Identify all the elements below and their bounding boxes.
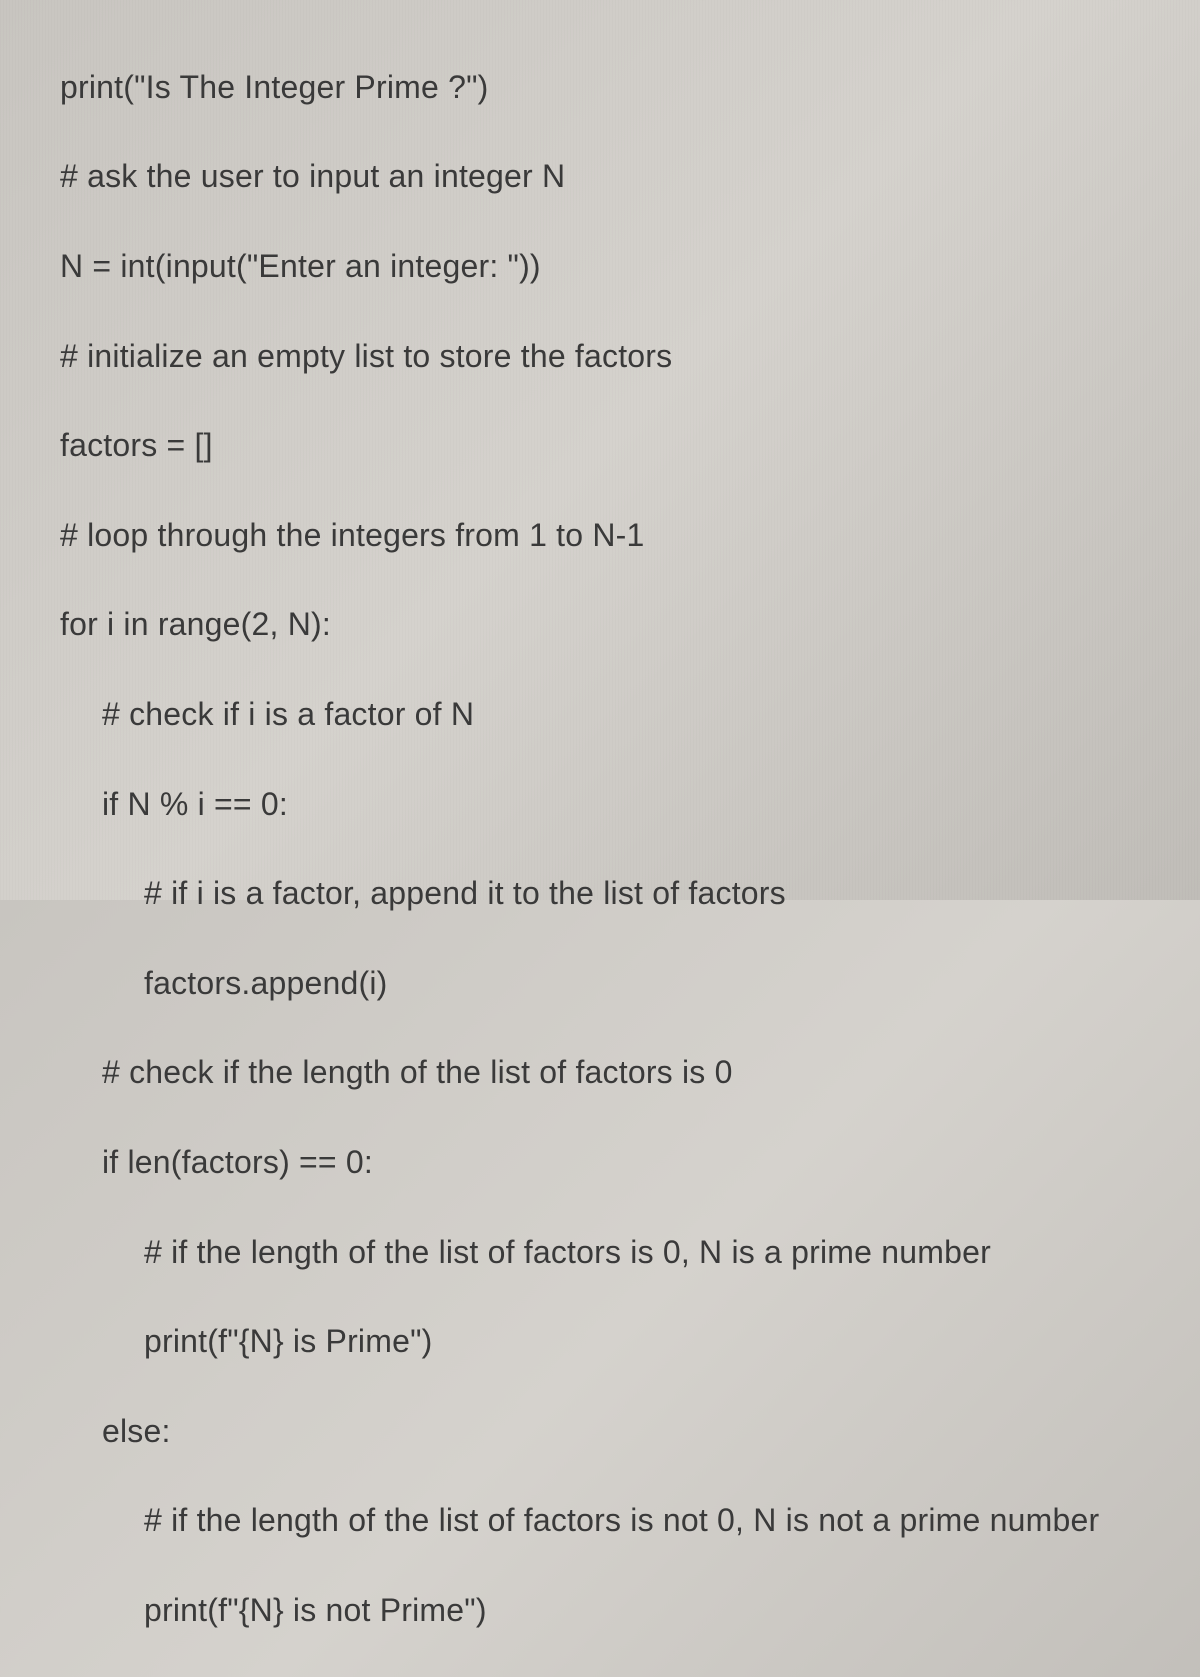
code-line: if len(factors) == 0: [60,1140,1200,1185]
code-line: factors.append(i) [60,961,1200,1006]
code-line: if N % i == 0: [60,782,1200,827]
code-comment: # loop through the integers from 1 to N-… [60,513,1200,558]
code-line: N = int(input("Enter an integer: ")) [60,244,1200,289]
code-line: for i in range(2, N): [60,602,1200,647]
code-comment: # initialize an empty list to store the … [60,334,1200,379]
code-line: factors = [] [60,423,1200,468]
code-comment: # check if the length of the list of fac… [60,1050,1200,1095]
code-line: print("Is The Integer Prime ?") [60,65,1200,110]
code-block: print("Is The Integer Prime ?") # ask th… [0,0,1200,1677]
code-line: else: [60,1409,1200,1454]
code-line: print(f"{N} is not Prime") [60,1588,1200,1633]
code-comment: # if the length of the list of factors i… [60,1230,1200,1275]
code-comment: # ask the user to input an integer N [60,154,1200,199]
code-comment: # if the length of the list of factors i… [60,1498,1200,1543]
code-comment: # if i is a factor, append it to the lis… [60,871,1200,916]
code-line: print(f"{N} is Prime") [60,1319,1200,1364]
code-comment: # check if i is a factor of N [60,692,1200,737]
